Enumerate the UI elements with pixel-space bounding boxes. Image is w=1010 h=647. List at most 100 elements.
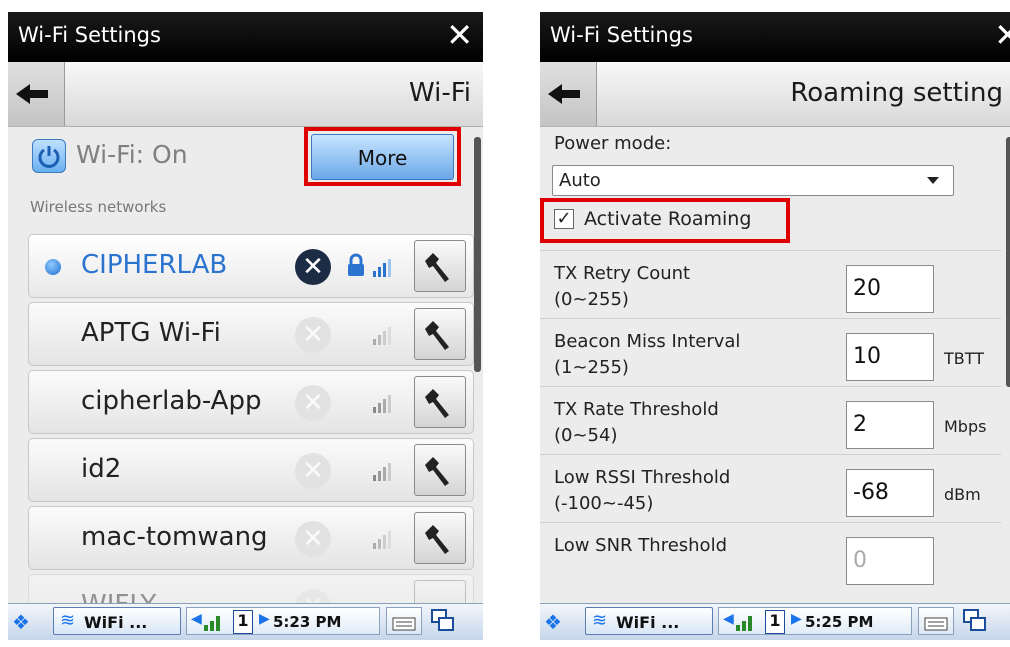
keyboard-icon (392, 617, 416, 631)
wrench-icon (425, 253, 449, 282)
back-button[interactable] (8, 62, 65, 126)
keyboard-button[interactable] (918, 607, 954, 635)
settings-button[interactable] (414, 376, 466, 428)
field-label-text: TX Rate Threshold (554, 399, 719, 420)
taskbar-app-button[interactable]: ≋ WiFi ... (585, 607, 713, 635)
roaming-settings-screen: Wi-Fi Settings ✕ Roaming setting Power m… (540, 12, 1010, 640)
network-row[interactable]: APTG Wi-Fi ✕ (28, 302, 474, 366)
nav-bar: Roaming setting (540, 62, 1010, 127)
taskbar-app-button[interactable]: ≋ WiFi ... (53, 607, 181, 635)
field-label: Low SNR Threshold (554, 533, 727, 559)
windows-switch-icon[interactable] (430, 608, 456, 634)
wrench-icon (425, 525, 449, 554)
disconnect-icon: ✕ (295, 453, 331, 489)
signal-icon (373, 259, 391, 277)
field-label-text: Low RSSI Threshold (554, 467, 731, 488)
disconnect-icon: ✕ (295, 521, 331, 557)
keyboard-button[interactable] (386, 607, 422, 635)
taskbar: ❖ ≋ WiFi ... ◀ 1 ▶ 5:23 PM (8, 603, 483, 640)
field-label: Low RSSI Threshold (-100~-45) (554, 465, 730, 517)
signal-icon (373, 395, 391, 413)
power-mode-label: Power mode: (554, 133, 672, 154)
section-label: Wireless networks (30, 198, 167, 216)
wifi-icon: ≋ (592, 610, 608, 631)
close-icon[interactable]: ✕ (994, 16, 1010, 54)
beacon-miss-row: Beacon Miss Interval (1~255) 10 TBTT (540, 318, 1001, 387)
disconnect-icon[interactable]: ✕ (295, 249, 331, 285)
beacon-miss-input[interactable]: 10 (846, 333, 934, 381)
field-label: TX Rate Threshold (0~54) (554, 397, 719, 449)
field-label: TX Retry Count (0~255) (554, 261, 690, 313)
field-label-text: Low SNR Threshold (554, 535, 727, 556)
taskbar-app-label: WiFi ... (616, 613, 680, 632)
page-title: Roaming setting (790, 78, 1003, 108)
nav-bar: Wi-Fi (8, 62, 483, 127)
taskbar-app-label: WiFi ... (84, 613, 148, 632)
input-mode-indicator: 1 (233, 610, 253, 634)
start-icon[interactable]: ❖ (544, 610, 562, 634)
tx-rate-row: TX Rate Threshold (0~54) 2 Mbps (540, 386, 1001, 455)
field-label-text: TX Retry Count (554, 263, 691, 284)
power-mode-value: Auto (559, 170, 601, 191)
page-title: Wi-Fi (408, 78, 471, 108)
input-mode-indicator: 1 (765, 610, 785, 634)
arrow-right-icon: ▶ (791, 611, 802, 627)
tx-rate-input[interactable]: 2 (846, 401, 934, 449)
signal-icon (373, 327, 391, 345)
network-row[interactable]: cipherlab-App ✕ (28, 370, 474, 434)
field-range-text: (0~255) (554, 289, 629, 310)
network-row[interactable]: CIPHERLAB ✕ (28, 234, 474, 298)
settings-button[interactable] (414, 308, 466, 360)
back-arrow-icon (548, 84, 580, 104)
activate-roaming-label: Activate Roaming (584, 208, 752, 230)
wifi-power-toggle[interactable] (32, 139, 66, 173)
unit-label: dBm (944, 485, 981, 504)
scrollbar[interactable] (1006, 137, 1010, 387)
settings-button[interactable] (414, 240, 466, 292)
wrench-icon (425, 389, 449, 418)
wifi-status: Wi-Fi: On (76, 140, 188, 169)
network-row[interactable]: mac-tomwang ✕ (28, 506, 474, 570)
settings-button[interactable] (414, 444, 466, 496)
arrow-left-icon: ◀ (191, 611, 202, 627)
tx-retry-row: TX Retry Count (0~255) 20 (540, 250, 1001, 319)
wifi-icon: ≋ (60, 610, 76, 631)
connected-dot-icon (45, 259, 61, 275)
scrollbar[interactable] (474, 137, 481, 372)
start-icon[interactable]: ❖ (12, 610, 30, 634)
taskbar-status[interactable]: ◀ 1 ▶ 5:25 PM (718, 607, 912, 635)
network-name: id2 (81, 454, 122, 484)
signal-icon (736, 616, 752, 631)
power-icon (38, 146, 60, 168)
field-range-text: (1~255) (554, 357, 629, 378)
unit-label: TBTT (944, 349, 985, 368)
network-name: cipherlab-App (81, 386, 262, 416)
close-icon[interactable]: ✕ (446, 16, 473, 54)
lock-icon (348, 253, 364, 276)
settings-button[interactable] (414, 512, 466, 564)
field-label-text: Beacon Miss Interval (554, 331, 741, 352)
chevron-down-icon (927, 177, 939, 184)
taskbar-status[interactable]: ◀ 1 ▶ 5:23 PM (186, 607, 380, 635)
more-button[interactable]: More (311, 134, 454, 180)
disconnect-icon: ✕ (295, 385, 331, 421)
signal-icon (204, 616, 220, 631)
power-mode-select[interactable]: Auto (552, 165, 954, 196)
low-rssi-input[interactable]: -68 (846, 469, 934, 517)
arrow-right-icon: ▶ (259, 611, 270, 627)
network-name: mac-tomwang (81, 522, 268, 552)
network-name: CIPHERLAB (81, 250, 228, 280)
tx-retry-input[interactable]: 20 (846, 265, 934, 313)
keyboard-icon (924, 617, 948, 631)
windows-switch-icon[interactable] (962, 608, 988, 634)
unit-label: Mbps (944, 417, 987, 436)
back-button[interactable] (540, 62, 597, 126)
low-rssi-row: Low RSSI Threshold (-100~-45) -68 dBm (540, 454, 1001, 523)
wrench-icon (425, 457, 449, 486)
network-row[interactable]: id2 ✕ (28, 438, 474, 502)
arrow-left-icon: ◀ (723, 611, 734, 627)
low-snr-input[interactable]: 0 (846, 537, 934, 585)
taskbar: ❖ ≋ WiFi ... ◀ 1 ▶ 5:25 PM (540, 603, 1010, 640)
low-snr-row: Low SNR Threshold 0 (540, 522, 1001, 591)
activate-roaming-checkbox[interactable]: ✓ (554, 209, 574, 229)
